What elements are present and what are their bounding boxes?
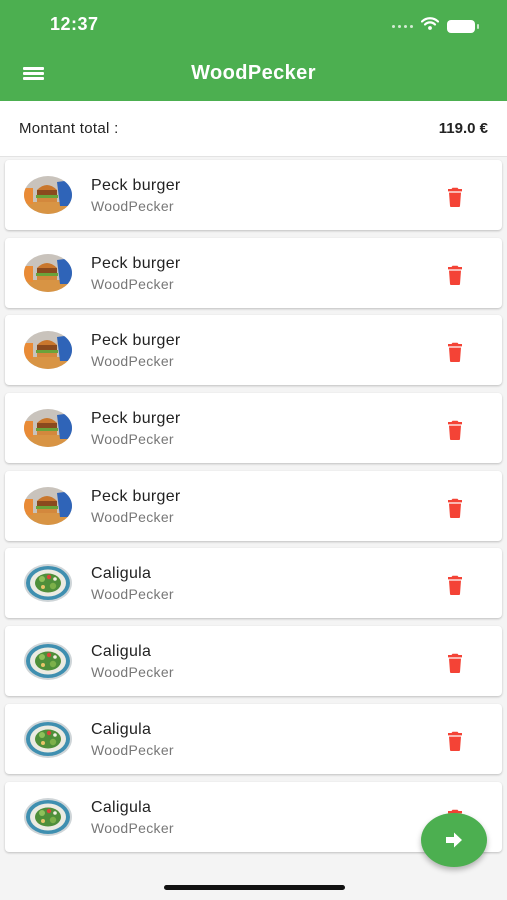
item-name: Caligula	[91, 643, 152, 661]
delete-button[interactable]	[443, 418, 467, 442]
cart-item[interactable]: Peck burger WoodPecker	[5, 160, 502, 230]
total-amount: 119.0 €	[438, 120, 488, 137]
trash-icon	[443, 576, 467, 601]
item-restaurant: WoodPecker	[91, 198, 174, 214]
checkout-button[interactable]	[421, 813, 487, 867]
item-name: Peck burger	[91, 487, 181, 505]
delete-button[interactable]	[443, 729, 467, 753]
trash-icon	[443, 653, 467, 679]
wifi-icon	[420, 17, 440, 35]
item-restaurant: WoodPecker	[91, 664, 174, 681]
item-restaurant: WoodPecker	[91, 353, 174, 370]
salad-thumbnail	[24, 719, 72, 758]
burger-thumbnail	[24, 331, 72, 370]
delete-button[interactable]	[443, 263, 467, 287]
total-label: Montant total :	[19, 120, 119, 137]
item-restaurant: WoodPecker	[91, 741, 174, 758]
salad-thumbnail	[24, 564, 72, 603]
trash-icon	[443, 420, 467, 446]
item-restaurant: WoodPecker	[91, 431, 174, 448]
delete-button[interactable]	[443, 340, 467, 364]
item-name: Caligula	[91, 798, 152, 816]
item-name: Caligula	[91, 720, 152, 738]
cart-item[interactable]: Peck burger WoodPecker	[5, 237, 502, 308]
status-icons	[392, 17, 479, 35]
item-restaurant: WoodPecker	[91, 586, 174, 603]
item-restaurant: WoodPecker	[91, 508, 174, 525]
item-name: Peck burger	[91, 332, 181, 350]
app-title: WoodPecker	[191, 62, 316, 84]
item-name: Peck burger	[91, 177, 181, 194]
cart-item[interactable]: Caligula WoodPecker	[5, 626, 502, 697]
trash-icon	[443, 265, 467, 291]
burger-thumbnail	[24, 253, 72, 292]
delete-button[interactable]	[443, 496, 467, 520]
burger-thumbnail	[24, 176, 72, 214]
burger-thumbnail	[24, 409, 72, 448]
salad-thumbnail	[24, 642, 72, 681]
cart-item[interactable]: Caligula WoodPecker	[5, 548, 502, 619]
item-restaurant: WoodPecker	[91, 275, 174, 292]
arrow-right-icon	[446, 832, 462, 848]
item-name: Peck burger	[91, 254, 181, 272]
delete-button[interactable]	[443, 573, 467, 597]
delete-button[interactable]	[443, 651, 467, 675]
item-name: Caligula	[91, 565, 152, 583]
home-indicator[interactable]	[164, 885, 345, 890]
status-bar: 12:37	[0, 12, 507, 38]
trash-icon	[443, 731, 467, 757]
item-restaurant: WoodPecker	[91, 819, 174, 836]
app-bar: 12:37 WoodPecker	[0, 0, 507, 101]
cart-list: Peck burger WoodPecker Peck burger WoodPeck…	[5, 160, 502, 859]
salad-thumbnail	[24, 797, 72, 836]
total-summary: Montant total : 119.0 €	[0, 101, 507, 157]
trash-icon	[443, 187, 467, 213]
battery-icon	[447, 19, 479, 33]
trash-icon	[443, 343, 467, 368]
signal-icon	[392, 24, 413, 28]
item-name: Peck burger	[91, 410, 181, 428]
status-time: 12:37	[50, 14, 99, 34]
cart-item[interactable]: Peck burger WoodPecker	[5, 470, 502, 541]
cart-item[interactable]: Peck burger WoodPecker	[5, 393, 502, 464]
burger-thumbnail	[24, 486, 72, 525]
trash-icon	[443, 498, 467, 524]
delete-button[interactable]	[443, 185, 467, 209]
cart-item[interactable]: Caligula WoodPecker	[5, 703, 502, 774]
cart-item[interactable]: Peck burger WoodPecker	[5, 315, 502, 386]
